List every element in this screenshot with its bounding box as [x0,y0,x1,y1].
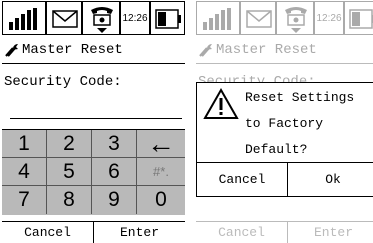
status-bar: 12:26 [2,0,185,37]
security-code-label: Security Code: [4,74,122,90]
wrench-icon [198,43,214,57]
dialog-line-2: to Factory [245,116,324,131]
key-0[interactable]: 0 [137,186,185,214]
softkey-bar: Cancel Enter [2,221,185,243]
key-7[interactable]: 7 [2,186,47,214]
mail-icon[interactable] [46,1,82,35]
title-bar: Master Reset [2,37,185,64]
phone-icon[interactable] [82,1,120,35]
cancel-button[interactable]: Cancel [2,222,93,243]
key-4[interactable]: 4 [2,158,47,186]
page-title: Master Reset [22,42,123,58]
mail-icon [240,1,276,35]
reset-confirm-dialog: Reset Settings to Factory Default? Cance… [196,82,373,197]
key-9[interactable]: 9 [92,186,137,214]
signal-icon [196,1,240,35]
key-6[interactable]: 6 [92,158,137,186]
reset-confirm-screen: 12:26 Master Reset Security Code: [196,0,373,243]
warning-icon [202,87,240,126]
backspace-key[interactable]: ← [137,128,185,159]
clock-time: 12:26 [120,1,150,35]
dialog-line-3: Default? [245,142,308,157]
symbols-key[interactable]: #*. [137,158,185,186]
softkey-bar: Cancel Enter [196,221,373,243]
battery-icon [344,1,373,35]
status-bar: 12:26 [196,0,373,37]
wrench-icon [4,43,20,57]
phone-icon [276,1,314,35]
numeric-keypad: 1 2 3 ← 4 5 6 #*. 7 8 9 0 [2,128,185,215]
dialog-message: Reset Settings to Factory Default? [245,85,354,163]
enter-button[interactable]: Enter [93,222,185,243]
key-8[interactable]: 8 [47,186,92,214]
key-2[interactable]: 2 [47,130,92,158]
dialog-actions: Cancel Ok [197,162,373,196]
page-title: Master Reset [216,42,317,58]
key-1[interactable]: 1 [2,130,47,158]
enter-button: Enter [287,222,373,243]
title-bar: Master Reset [196,37,373,64]
dialog-line-1: Reset Settings [245,90,355,105]
signal-icon [2,1,46,35]
master-reset-screen: 12:26 Master Reset Security Code: 1 2 3 … [2,0,185,243]
dialog-ok-button[interactable]: Ok [287,163,373,196]
battery-icon [150,1,185,35]
clock-time: 12:26 [314,1,344,35]
cancel-button: Cancel [218,225,265,240]
key-5[interactable]: 5 [47,158,92,186]
security-code-input[interactable] [10,118,182,119]
dialog-cancel-button[interactable]: Cancel [197,163,287,196]
key-3[interactable]: 3 [92,130,137,158]
